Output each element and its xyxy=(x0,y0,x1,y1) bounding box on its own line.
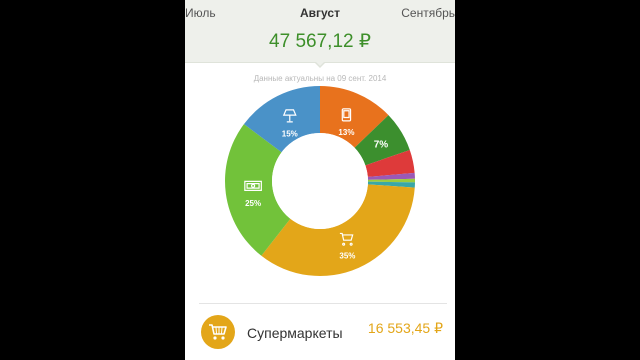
slice-label-other-green: 7% xyxy=(374,140,389,151)
slice-label-home: 15% xyxy=(282,130,298,139)
category-amount: 16 553,45 ₽ xyxy=(367,320,443,336)
expense-donut-chart[interactable]: 13% 7% 35% 25% 15% xyxy=(185,0,455,300)
donut-center xyxy=(272,133,368,229)
cart-icon xyxy=(201,315,235,349)
phone-screen: Июль Август Сентябрь 47 567,12 ₽ Данные … xyxy=(185,0,455,360)
category-row-supermarkets[interactable]: Супермаркеты 16 553,45 ₽ xyxy=(185,305,455,360)
category-label: Супермаркеты xyxy=(247,325,343,341)
slice-label-supermarkets: 35% xyxy=(339,252,355,261)
slice-label-cash: 25% xyxy=(245,199,261,208)
slice-label-electronics: 13% xyxy=(338,128,354,137)
list-divider xyxy=(199,303,447,304)
